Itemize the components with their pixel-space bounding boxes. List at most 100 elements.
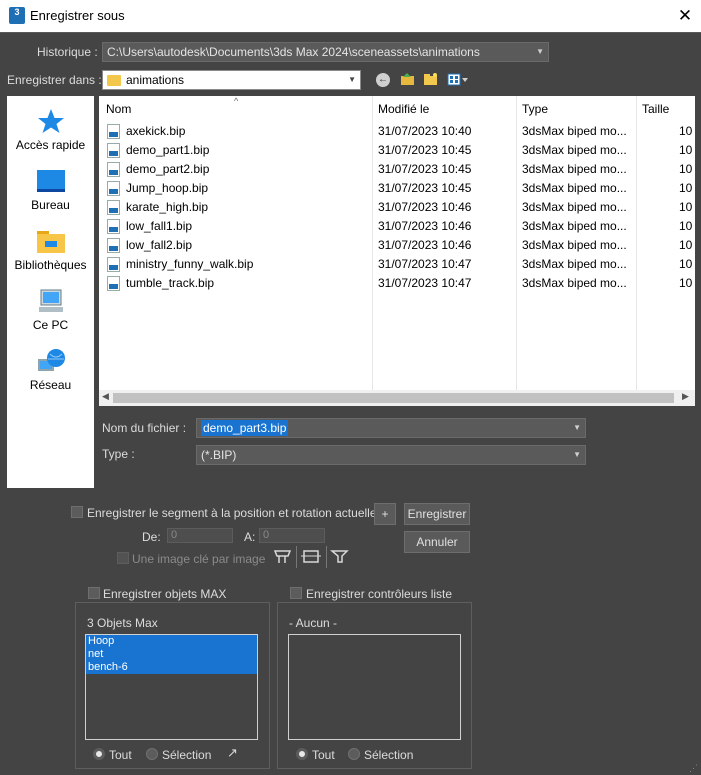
history-combo[interactable]: C:\Users\autodesk\Documents\3ds Max 2024… — [102, 42, 549, 62]
save-max-objects-label: Enregistrer objets MAX — [103, 587, 227, 601]
max-objects-list[interactable]: Hoop net bench-6 — [85, 634, 258, 740]
file-row[interactable]: axekick.bip 31/07/2023 10:40 3dsMax biped … — [99, 122, 695, 141]
column-header-modified[interactable]: Modifié le — [378, 102, 429, 116]
from-spinner[interactable]: 0 — [167, 528, 233, 543]
max-objects-selection-radio[interactable] — [146, 748, 158, 760]
biped-file-icon — [107, 238, 120, 253]
history-label: Historique : — [37, 45, 98, 59]
filetype-value: (*.BIP) — [201, 448, 237, 462]
biped-file-icon — [107, 162, 120, 177]
save-in-combo[interactable]: animations ▼ — [102, 70, 361, 90]
file-row[interactable]: demo_part1.bip 31/07/2023 10:45 3dsMax bip… — [99, 141, 695, 160]
plus-button[interactable]: + — [374, 503, 396, 525]
folder-icon — [107, 75, 121, 87]
desktop-icon — [36, 170, 65, 192]
place-quick-access[interactable]: Accès rapide — [7, 108, 94, 152]
history-value: C:\Users\autodesk\Documents\3ds Max 2024… — [107, 45, 480, 59]
from-label: De: — [142, 530, 161, 544]
file-row[interactable]: low_fall1.bip 31/07/2023 10:46 3dsMax bipe… — [99, 217, 695, 236]
list-item[interactable]: Hoop — [86, 635, 257, 648]
place-libraries[interactable]: Bibliothèques — [7, 228, 94, 272]
list-controllers-all-radio[interactable] — [296, 748, 308, 760]
scroll-right-icon[interactable]: ▶ — [682, 391, 689, 402]
column-header-type[interactable]: Type — [522, 102, 548, 116]
filename-value[interactable]: demo_part3.bip — [201, 420, 289, 436]
column-header-size[interactable]: Taille — [642, 102, 669, 116]
place-desktop[interactable]: Bureau — [7, 168, 94, 212]
list-item[interactable]: bench-6 — [86, 661, 257, 674]
key-filter-icon[interactable] — [329, 548, 349, 566]
list-controllers-selection-radio[interactable] — [348, 748, 360, 760]
key-range-icon[interactable] — [300, 548, 322, 566]
toolbar-divider — [296, 546, 297, 568]
place-this-pc[interactable]: Ce PC — [7, 288, 94, 332]
sort-ascending-icon: ^ — [234, 96, 239, 106]
list-controllers-list[interactable] — [288, 634, 461, 740]
file-list[interactable]: ^ Nom Modifié le Type Taille axekick.bip… — [99, 96, 695, 406]
max-objects-selection-label: Sélection — [162, 748, 212, 762]
save-max-objects-checkbox[interactable] — [88, 587, 100, 599]
max-objects-title: 3 Objets Max — [87, 616, 158, 630]
column-header-name[interactable]: Nom — [106, 102, 131, 116]
filetype-combo[interactable]: (*.BIP) ▼ — [196, 445, 586, 465]
key-type-icon[interactable] — [273, 548, 292, 566]
pick-arrow-icon[interactable]: ↗ — [227, 745, 238, 761]
chevron-down-icon: ▼ — [536, 47, 544, 56]
save-list-controllers-checkbox[interactable] — [290, 587, 302, 599]
biped-file-icon — [107, 143, 120, 158]
chevron-down-icon: ▼ — [573, 423, 581, 432]
save-segment-checkbox[interactable] — [71, 506, 83, 518]
3dsmax-app-icon: 3 — [9, 7, 25, 24]
save-in-value: animations — [126, 73, 185, 87]
up-folder-icon[interactable] — [400, 72, 415, 86]
max-objects-all-radio[interactable] — [93, 748, 105, 760]
save-list-controllers-label: Enregistrer contrôleurs liste — [306, 587, 453, 601]
list-controllers-all-label: Tout — [312, 748, 335, 762]
biped-file-icon — [107, 257, 120, 272]
places-bar: Accès rapide Bureau Bibliothèques Ce PC … — [7, 96, 94, 488]
toolbar-divider — [326, 546, 327, 568]
back-arrow-icon[interactable]: ← — [376, 73, 390, 87]
keyframe-per-frame-checkbox[interactable] — [117, 552, 129, 564]
title-bar: 3 Enregistrer sous ✕ — [0, 0, 701, 32]
biped-file-icon — [107, 124, 120, 139]
close-icon[interactable]: ✕ — [670, 4, 700, 28]
new-folder-icon[interactable] — [423, 72, 438, 86]
list-item[interactable]: net — [86, 648, 257, 661]
list-controllers-selection-label: Sélection — [364, 748, 414, 762]
filename-label: Nom du fichier : — [102, 421, 187, 435]
filetype-label: Type : — [102, 447, 135, 461]
resize-grip-icon[interactable]: ⋰ — [689, 763, 698, 774]
file-row[interactable]: low_fall2.bip 31/07/2023 10:46 3dsMax bipe… — [99, 236, 695, 255]
to-label: A: — [244, 530, 256, 544]
to-spinner[interactable]: 0 — [259, 528, 325, 543]
scroll-left-icon[interactable]: ◀ — [102, 391, 109, 402]
keyframe-per-frame-label: Une image clé par image — [132, 552, 266, 566]
list-controllers-title: - Aucun - — [289, 616, 338, 630]
cancel-button[interactable]: Annuler — [404, 531, 470, 553]
biped-file-icon — [107, 276, 120, 291]
file-row[interactable]: ministry_funny_walk.bip 31/07/2023 10:47 3… — [99, 255, 695, 274]
file-row[interactable]: Jump_hoop.bip 31/07/2023 10:45 3dsMax bipe… — [99, 179, 695, 198]
save-segment-label: Enregistrer le segment à la position et … — [87, 506, 383, 520]
place-network[interactable]: Réseau — [7, 348, 94, 392]
chevron-down-icon: ▼ — [348, 75, 356, 84]
biped-file-icon — [107, 181, 120, 196]
file-row[interactable]: karate_high.bip 31/07/2023 10:46 3dsMax bi… — [99, 198, 695, 217]
chevron-down-icon: ▼ — [573, 450, 581, 459]
max-objects-all-label: Tout — [109, 748, 132, 762]
window-title: Enregistrer sous — [30, 8, 125, 23]
title-divider — [0, 32, 701, 33]
star-icon — [37, 109, 64, 133]
filename-combo[interactable]: demo_part3.bip ▼ — [196, 418, 586, 438]
file-row[interactable]: demo_part2.bip 31/07/2023 10:45 3dsMax bip… — [99, 160, 695, 179]
save-button[interactable]: Enregistrer — [404, 503, 470, 525]
libraries-folder-icon — [36, 231, 65, 253]
computer-icon — [38, 289, 63, 312]
biped-file-icon — [107, 219, 120, 234]
view-menu-icon[interactable] — [447, 73, 469, 87]
network-globe-icon — [37, 349, 65, 371]
biped-file-icon — [107, 200, 120, 215]
file-row[interactable]: tumble_track.bip 31/07/2023 10:47 3dsMax b… — [99, 274, 695, 293]
scrollbar-thumb[interactable] — [113, 393, 674, 403]
